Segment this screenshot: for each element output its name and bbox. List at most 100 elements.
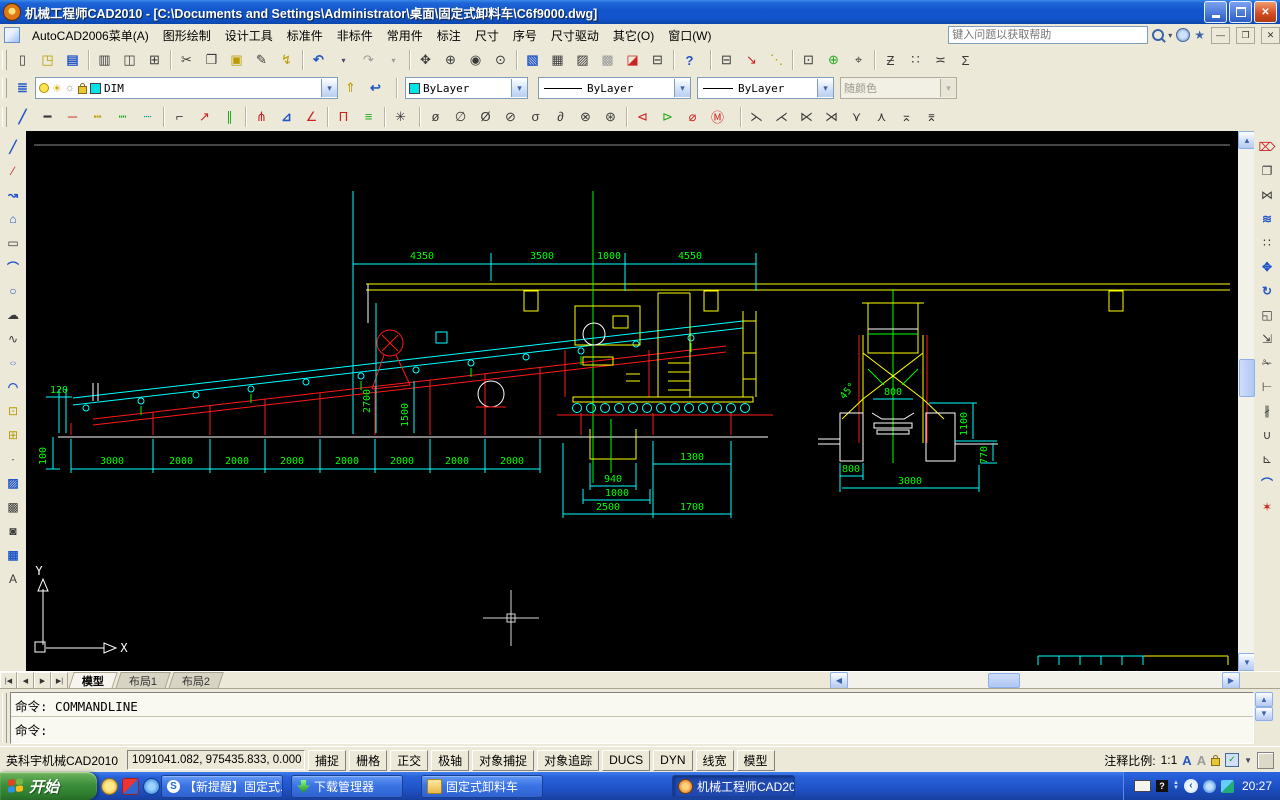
text-button[interactable]: A bbox=[1, 567, 25, 591]
array-button[interactable]: ∷ bbox=[1255, 231, 1279, 255]
layer-manager-button[interactable]: ≣ bbox=[10, 76, 35, 101]
menu-other[interactable]: 其它(O) bbox=[606, 25, 661, 46]
sum-button[interactable]: Σ bbox=[953, 48, 978, 73]
symmetry-5-button[interactable]: ⋎ bbox=[844, 104, 869, 129]
quicklaunch-icon-2[interactable] bbox=[122, 778, 139, 795]
task-button-notice[interactable]: S 【新提醒】固定式... bbox=[161, 775, 283, 798]
toggle-ortho[interactable]: 正交 bbox=[390, 750, 428, 771]
flag-a-button[interactable]: ⊲ bbox=[630, 104, 655, 129]
table-button[interactable]: ▦ bbox=[1, 543, 25, 567]
ime-help-icon[interactable]: ? bbox=[1156, 780, 1168, 792]
favorites-icon[interactable]: ★ bbox=[1194, 28, 1205, 42]
help-search-input[interactable] bbox=[948, 26, 1148, 44]
save-button[interactable]: ▤ bbox=[60, 48, 85, 73]
annotation-scale-value[interactable]: 1:1 bbox=[1161, 753, 1178, 767]
plot-button[interactable]: ▥ bbox=[92, 48, 117, 73]
close-button[interactable]: ✕ bbox=[1254, 1, 1277, 23]
circle-button[interactable]: ○ bbox=[1, 279, 25, 303]
revcloud-button[interactable]: ☁ bbox=[1, 303, 25, 327]
menu-draw[interactable]: 图形绘制 bbox=[156, 25, 218, 46]
undo-button[interactable]: ↶ bbox=[306, 48, 331, 73]
mdi-close-button[interactable]: ✕ bbox=[1261, 27, 1280, 44]
dim-frame-button[interactable]: ⊡ bbox=[796, 48, 821, 73]
plot-preview-button[interactable]: ◫ bbox=[117, 48, 142, 73]
divide-button[interactable]: ⋔ bbox=[249, 104, 274, 129]
command-prompt-line[interactable]: 命令: bbox=[11, 717, 1253, 740]
erase-button[interactable]: ⌦ bbox=[1255, 135, 1279, 159]
stretch-button[interactable]: ⇲ bbox=[1255, 327, 1279, 351]
publish-button[interactable]: ⊞ bbox=[142, 48, 167, 73]
redo-dropdown-button[interactable]: ▾ bbox=[381, 48, 406, 73]
symmetry-7-button[interactable]: ⌅ bbox=[894, 104, 919, 129]
toggle-model-space[interactable]: 模型 bbox=[737, 750, 775, 771]
toggle-grid[interactable]: 栅格 bbox=[349, 750, 387, 771]
arc-button[interactable]: ⌒ bbox=[1, 255, 25, 279]
menu-serial[interactable]: 序号 bbox=[506, 25, 544, 46]
chevron-down-icon[interactable]: ▾ bbox=[817, 79, 833, 97]
construction-line-button[interactable]: ∕ bbox=[1, 159, 25, 183]
dim-spacing-button[interactable]: ≍ bbox=[928, 48, 953, 73]
symmetry-2-button[interactable]: ⋌ bbox=[769, 104, 794, 129]
offset-button[interactable]: ≋ bbox=[1255, 207, 1279, 231]
line-button[interactable]: ╱ bbox=[1, 135, 25, 159]
toolbar-grip[interactable] bbox=[2, 107, 7, 127]
dashed-line-button[interactable]: ┅ bbox=[85, 104, 110, 129]
angle-button[interactable]: ∠ bbox=[299, 104, 324, 129]
redo-button[interactable]: ↷ bbox=[356, 48, 381, 73]
vertex-button[interactable]: ⊿ bbox=[274, 104, 299, 129]
annotation-visibility-icon[interactable]: A bbox=[1182, 753, 1191, 768]
red-line-button[interactable]: ─ bbox=[60, 104, 85, 129]
symmetry-1-button[interactable]: ⋋ bbox=[744, 104, 769, 129]
make-block-button[interactable]: ⊞ bbox=[1, 423, 25, 447]
mdi-minimize-button[interactable]: — bbox=[1211, 27, 1230, 44]
toggle-dyn[interactable]: DYN bbox=[653, 750, 692, 771]
menu-dimension[interactable]: 尺寸 bbox=[468, 25, 506, 46]
minimize-button[interactable] bbox=[1204, 1, 1227, 23]
command-scrollbar[interactable]: ▲ ▼ bbox=[1255, 692, 1271, 721]
point-button[interactable]: ∙ bbox=[1, 447, 25, 471]
cut-button[interactable]: ✂ bbox=[174, 48, 199, 73]
multiline-button[interactable]: ≡ bbox=[356, 104, 381, 129]
ellipse-button[interactable]: ○ bbox=[1, 351, 25, 375]
paste-button[interactable]: ▣ bbox=[224, 48, 249, 73]
tab-prev-button[interactable]: ◀ bbox=[17, 672, 34, 689]
tab-layout2[interactable]: 布局2 bbox=[168, 672, 224, 689]
quicklaunch-icon-1[interactable] bbox=[101, 778, 118, 795]
calculator-button[interactable]: ⊟ bbox=[645, 48, 670, 73]
spline-button[interactable]: ∿ bbox=[1, 327, 25, 351]
layer-previous-button[interactable]: ↩ bbox=[363, 76, 388, 101]
horizontal-scroll-track[interactable] bbox=[848, 672, 1222, 689]
flag-b-button[interactable]: ⊳ bbox=[655, 104, 680, 129]
command-scroll-down-button[interactable]: ▼ bbox=[1255, 707, 1273, 722]
move-button[interactable]: ✥ bbox=[1255, 255, 1279, 279]
scroll-left-button[interactable]: ◀ bbox=[830, 672, 848, 689]
sheet-set-button[interactable]: ▩ bbox=[595, 48, 620, 73]
join-button[interactable]: ∪ bbox=[1255, 423, 1279, 447]
toggle-ducs[interactable]: DUCS bbox=[602, 750, 650, 771]
scroll-right-button[interactable]: ▶ bbox=[1222, 672, 1240, 689]
tray-spinner-icon[interactable]: ▲▼ bbox=[1173, 781, 1179, 791]
help-button[interactable]: ? bbox=[677, 48, 702, 73]
vertical-scroll-thumb[interactable] bbox=[1239, 359, 1255, 397]
hide-tray-icons-button[interactable]: ‹ bbox=[1184, 779, 1198, 793]
menu-window[interactable]: 窗口(W) bbox=[661, 25, 718, 46]
tool-palettes-button[interactable]: ▨ bbox=[570, 48, 595, 73]
m-circle-button[interactable]: Ⓜ bbox=[705, 104, 730, 129]
tab-last-button[interactable]: ▶| bbox=[51, 672, 68, 689]
chevron-down-icon[interactable]: ▾ bbox=[674, 79, 690, 97]
designcenter-button[interactable]: ▦ bbox=[545, 48, 570, 73]
fillet-button[interactable]: ⌒ bbox=[1255, 471, 1279, 495]
diameter-4-button[interactable]: ⊘ bbox=[498, 104, 523, 129]
new-button[interactable]: ▯ bbox=[10, 48, 35, 73]
annotation-autoscale-icon[interactable]: A bbox=[1197, 753, 1206, 768]
properties-button[interactable]: ▧ bbox=[520, 48, 545, 73]
sigma-small-button[interactable]: σ bbox=[523, 104, 548, 129]
chamfer-button[interactable]: ⊾ bbox=[1255, 447, 1279, 471]
zoom-window-button[interactable]: ◉ bbox=[463, 48, 488, 73]
diameter-2-button[interactable]: ∅ bbox=[448, 104, 473, 129]
task-button-cad[interactable]: 机械工程师CAD201... bbox=[672, 775, 795, 798]
command-scroll-up-button[interactable]: ▲ bbox=[1255, 692, 1273, 707]
toggle-osnap[interactable]: 对象捕捉 bbox=[472, 750, 534, 771]
quicklaunch-icon-3[interactable] bbox=[143, 778, 160, 795]
trusted-autodesk-icon[interactable]: ✓ bbox=[1225, 753, 1239, 767]
